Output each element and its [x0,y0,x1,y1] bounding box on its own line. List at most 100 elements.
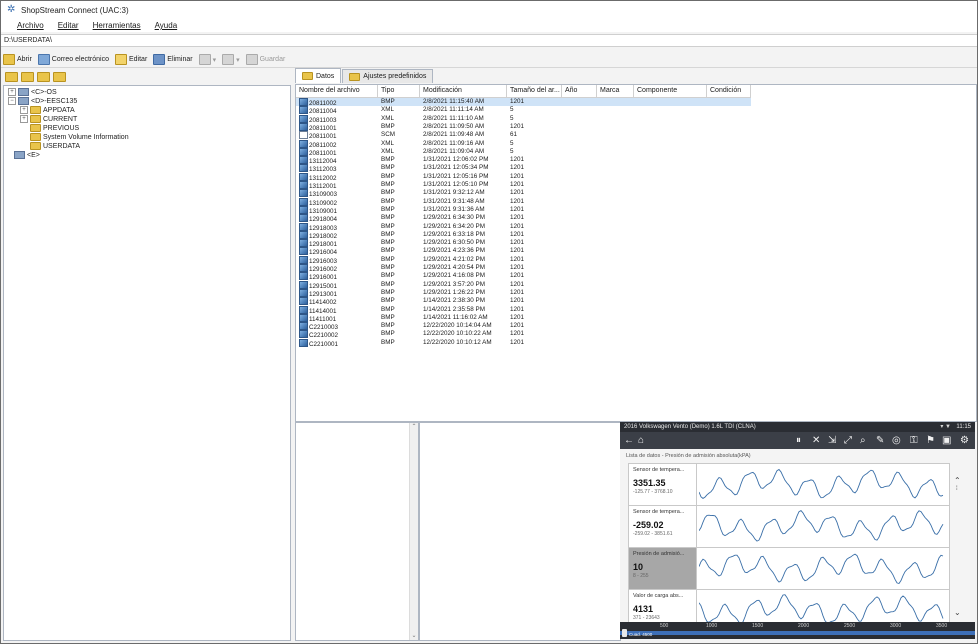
column-header-year[interactable]: Año [562,85,597,97]
table-row[interactable]: C2210001 BMP 12/22/2020 10:10:12 AM 1201 [296,338,751,347]
preview-scrollbar[interactable]: ⌃ ⌄ [409,423,418,640]
expand-icon[interactable]: + [20,106,28,114]
cell-text: 12/22/2020 10:10:22 AM [423,330,492,338]
column-header-component[interactable]: Componente [634,85,707,97]
file-size-cell: 1201 [507,330,562,338]
column-header-make[interactable]: Marca [597,85,634,97]
table-row[interactable]: 11411001 BMP 1/14/2021 11:16:02 AM 1201 [296,313,751,322]
expand-icon[interactable]: + [8,88,16,96]
table-row[interactable]: C2210002 BMP 12/22/2020 10:10:22 AM 1201 [296,330,751,339]
folder-up-icon[interactable] [5,72,18,82]
table-row[interactable]: 12915001 BMP 1/29/2021 3:57:20 PM 1201 [296,280,751,289]
new-folder-icon[interactable] [21,72,34,82]
table-row[interactable]: 12918002 BMP 1/29/2021 6:33:18 PM 1201 [296,230,751,239]
file-name-cell: C2210002 [296,330,378,339]
scroll-down-icon[interactable]: ⌄ [410,632,418,640]
file-size-cell: 1201 [507,264,562,272]
tree-node-system-volume[interactable]: System Volume Information [30,133,129,141]
table-row[interactable]: 12918004 BMP 1/29/2021 6:34:30 PM 1201 [296,214,751,222]
table-row[interactable]: 13112003 BMP 1/31/2021 12:05:34 PM 1201 [296,164,751,173]
open-button[interactable]: Abrir [3,54,32,65]
table-row[interactable]: 20811001 BMP 2/8/2021 11:09:50 AM 1201 [296,122,751,131]
file-type-cell: BMP [378,297,420,305]
axis-tick-label: 3500 [936,623,948,629]
file-size-cell: 1201 [507,256,562,264]
drive-icon [18,88,29,96]
menu-editar[interactable]: Editar [58,21,79,30]
table-row[interactable]: 13109001 BMP 1/31/2021 9:31:36 AM 1201 [296,205,751,214]
delete-button[interactable]: Eliminar [153,54,193,65]
table-row[interactable]: 13112004 BMP 1/31/2021 12:06:02 PM 1201 [296,156,751,164]
file-modified-cell: 2/8/2021 11:09:48 AM [420,131,507,139]
table-row[interactable]: 20811003 XML 2/8/2021 11:11:10 AM 5 [296,114,751,123]
path-field[interactable]: D:\USERDATA\ [1,34,977,47]
graph-icon: ✎ [876,435,885,446]
refresh-folder-icon[interactable] [37,72,50,82]
table-row[interactable]: 13112002 BMP 1/31/2021 12:05:16 PM 1201 [296,172,751,181]
image-file-icon [299,106,308,115]
cell-text: 1/29/2021 1:26:22 PM [423,288,485,296]
tree-node-userdata[interactable]: USERDATA [30,142,80,150]
table-row[interactable]: 20811001 SCM 2/8/2021 11:09:48 AM 61 [296,131,751,139]
table-row[interactable]: 13112001 BMP 1/31/2021 12:05:10 PM 1201 [296,181,751,189]
menu-ayuda[interactable]: Ayuda [155,21,178,30]
table-row[interactable]: 13109003 BMP 1/31/2021 9:32:12 AM 1201 [296,189,751,198]
image-file-icon [299,181,308,189]
column-header-type[interactable]: Tipo [378,85,420,97]
tree-node-previous[interactable]: PREVIOUS [30,124,79,132]
table-row[interactable]: 20811002 XML 2/8/2021 11:09:16 AM 5 [296,139,751,148]
tree-node-c-drive[interactable]: + <C>-OS [8,88,57,96]
menu-herramientas[interactable]: Herramientas [93,21,141,30]
collapse-icon[interactable]: − [8,97,16,105]
cell-text: BMP [381,189,395,197]
table-row[interactable]: 12916003 BMP 1/29/2021 4:21:02 PM 1201 [296,255,751,264]
menu-archivo[interactable]: Archivo [17,21,44,30]
device-clock: 11:15 [956,424,971,430]
pencil-icon [114,54,127,65]
file-modified-cell: 1/29/2021 6:30:50 PM [420,239,507,247]
scroll-up-icon[interactable]: ⌃ [410,423,418,431]
cell-text: 1201 [510,189,525,197]
table-row[interactable]: 13109002 BMP 1/31/2021 9:31:48 AM 1201 [296,197,751,206]
drive-icon [14,151,25,159]
column-header-modified[interactable]: Modificación [420,85,507,97]
cell-text: 1/31/2021 12:06:02 PM [423,156,489,164]
track-range: 371 - 23643 [633,615,660,621]
page-indicator-icon: ⁞ [956,486,958,492]
tree-node-e-drive[interactable]: <E> [14,151,40,159]
copy-button[interactable]: ▾ [198,54,216,65]
table-row[interactable]: 12913001 BMP 1/29/2021 1:26:22 PM 1201 [296,288,751,297]
expand-icon[interactable]: + [20,115,28,123]
file-list-header: Nombre del archivo Tipo Modificación Tam… [296,85,751,98]
column-header-name[interactable]: Nombre del archivo [296,85,378,97]
table-row[interactable]: 20811004 XML 2/8/2021 11:11:14 AM 5 [296,106,751,115]
table-row[interactable]: 12918001 BMP 1/29/2021 6:30:50 PM 1201 [296,239,751,247]
email-button[interactable]: Correo electrónico [37,54,109,65]
table-row[interactable]: 11414001 BMP 1/14/2021 2:35:58 PM 1201 [296,305,751,314]
tree-node-current[interactable]: + CURRENT [20,115,77,123]
table-row[interactable]: 20811002 BMP 2/8/2021 11:15:40 AM 1201 [296,98,751,107]
table-row[interactable]: 11414002 BMP 1/14/2021 2:38:30 PM 1201 [296,297,751,305]
edit-button[interactable]: Editar [114,54,147,65]
table-row[interactable]: 20811001 XML 2/8/2021 11:09:04 AM 5 [296,147,751,156]
table-row[interactable]: 12916004 BMP 1/29/2021 4:23:36 PM 1201 [296,247,751,256]
tree-node-d-drive[interactable]: − <D>-EESC135 [8,97,77,105]
tab-datos[interactable]: Datos [295,68,342,83]
cell-text: 1201 [510,214,525,222]
table-row[interactable]: 12916002 BMP 1/29/2021 4:20:54 PM 1201 [296,264,751,272]
rename-button[interactable]: ▾ [222,54,240,65]
folder-options-icon[interactable] [53,72,66,82]
column-header-size[interactable]: Tamaño del ar... [507,85,562,97]
cell-text: BMP [381,264,395,271]
table-row[interactable]: C2210003 BMP 12/22/2020 10:14:04 AM 1201 [296,322,751,330]
cell-text: 5 [510,106,514,114]
table-row[interactable]: 12916001 BMP 1/29/2021 4:16:08 PM 1201 [296,272,751,281]
file-modified-cell: 12/22/2020 10:14:04 AM [420,322,507,330]
save-button[interactable]: Guardar [245,54,285,65]
tree-node-appdata[interactable]: + APPDATA [20,106,75,114]
column-header-condition[interactable]: Condición [707,85,751,97]
table-row[interactable]: 12918003 BMP 1/29/2021 6:34:20 PM 1201 [296,222,751,231]
cell-text: 1/29/2021 4:21:02 PM [423,255,485,263]
tab-ajustes-predefinidos[interactable]: Ajustes predefinidos [342,69,434,83]
track-name: Valor de carga abs... [633,593,684,599]
